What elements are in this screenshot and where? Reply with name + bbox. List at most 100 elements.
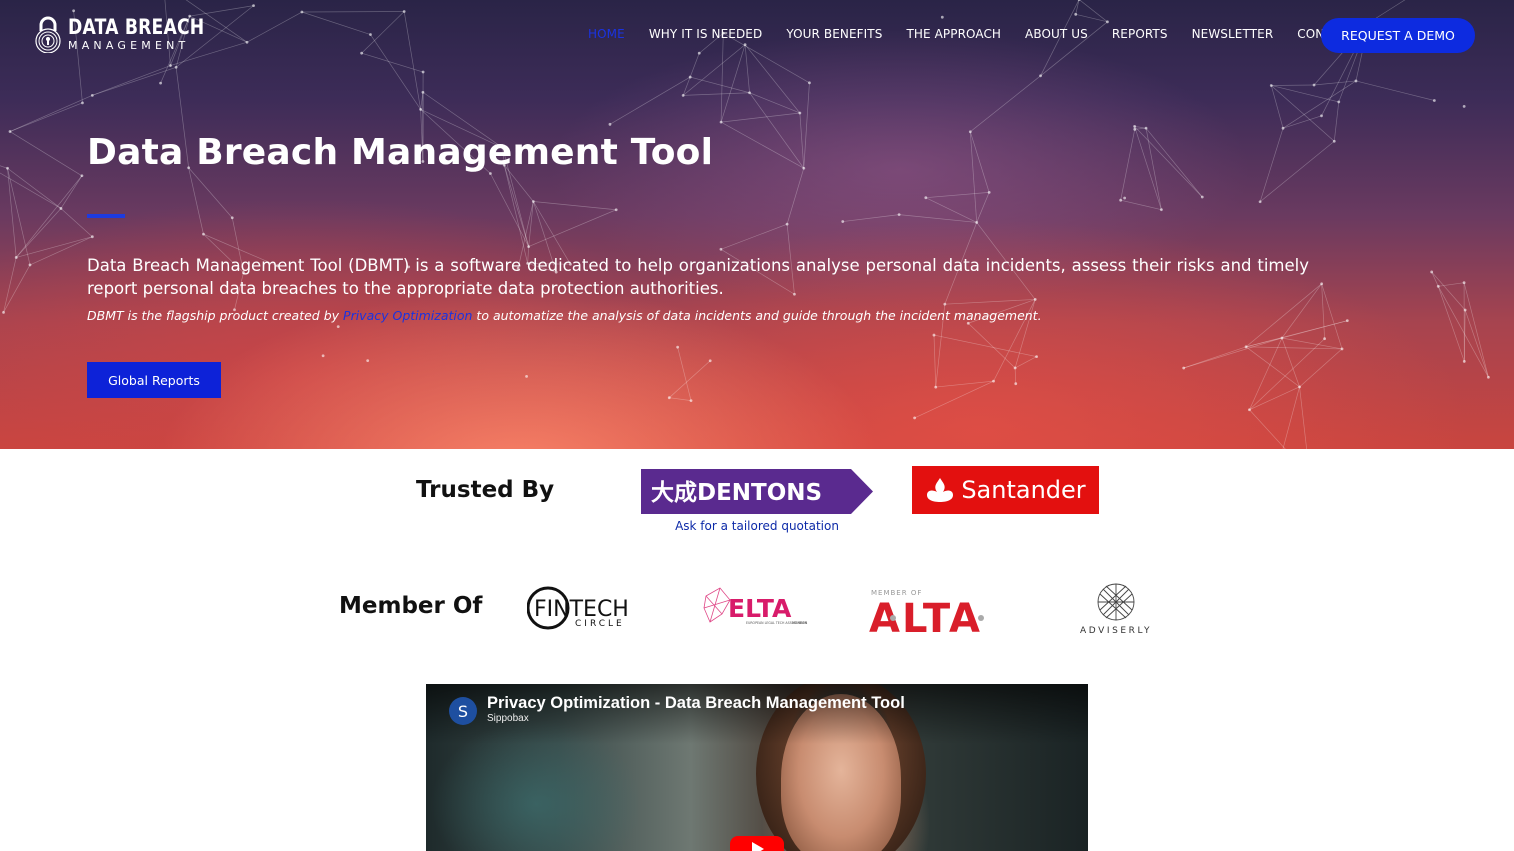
network-node: [202, 232, 205, 236]
request-demo-button[interactable]: REQUEST A DEMO: [1321, 18, 1475, 53]
elta-logo[interactable]: ELTA EUROPEAN LEGAL TECH ASSOCIATION MEM…: [702, 584, 812, 632]
network-node: [785, 222, 789, 226]
network-line: [1299, 386, 1307, 449]
network-node: [802, 166, 806, 170]
video-channel[interactable]: Sippobax: [487, 713, 529, 724]
network-node: [932, 333, 936, 337]
network-node: [743, 43, 747, 47]
video-title[interactable]: Privacy Optimization - Data Breach Manag…: [487, 694, 905, 713]
network-line: [720, 44, 746, 123]
network-node: [1013, 366, 1017, 370]
alta-logo[interactable]: MEMBER OF ALTA: [869, 586, 1005, 636]
elta-main-text: ELTA: [728, 594, 792, 623]
network-line: [1134, 126, 1203, 198]
network-line: [1014, 367, 1017, 384]
network-node: [527, 245, 531, 249]
nav-your-benefits[interactable]: YOUR BENEFITS: [786, 27, 882, 41]
network-node: [1340, 347, 1344, 351]
network-node: [1119, 198, 1123, 202]
network-node: [897, 213, 901, 216]
network-line: [744, 44, 750, 93]
network-node: [1133, 124, 1137, 128]
network-node: [1487, 375, 1490, 379]
network-line: [60, 208, 93, 237]
network-line: [744, 44, 801, 114]
fintech-circle-logo[interactable]: FINTECH CIRCLE: [527, 585, 631, 631]
global-reports-button[interactable]: Global Reports: [87, 362, 221, 398]
network-node: [1436, 284, 1440, 288]
network-node: [708, 359, 712, 363]
network-line: [60, 175, 83, 209]
network-line: [933, 334, 1037, 357]
network-node: [1244, 345, 1248, 349]
network-line: [1282, 386, 1300, 449]
network-node: [421, 90, 425, 94]
network-node: [1248, 408, 1251, 412]
nav-newsletter[interactable]: NEWSLETTER: [1192, 27, 1274, 41]
nav-about-us[interactable]: ABOUT US: [1025, 27, 1088, 41]
network-line: [720, 33, 724, 123]
network-line: [370, 34, 421, 110]
network-line: [1120, 129, 1136, 201]
network-node: [1182, 366, 1186, 370]
video-embed[interactable]: S Privacy Optimization - Data Breach Man…: [426, 684, 1088, 851]
nav-reports[interactable]: REPORTS: [1112, 27, 1168, 41]
tailored-quotation-link[interactable]: Ask for a tailored quotation: [641, 519, 873, 533]
network-line: [0, 165, 8, 169]
network-line: [1270, 85, 1284, 129]
network-line: [9, 131, 83, 177]
santander-logo[interactable]: Santander: [912, 466, 1099, 514]
network-node: [1200, 195, 1204, 199]
play-button-icon[interactable]: [730, 836, 784, 851]
network-line: [669, 360, 711, 398]
nav-why-it-is-needed[interactable]: WHY IT IS NEEDED: [649, 27, 763, 41]
fintech-sub-text: CIRCLE: [575, 619, 625, 629]
network-line: [935, 380, 994, 388]
network-line: [9, 95, 93, 132]
network-line: [1120, 199, 1162, 211]
network-node: [1014, 382, 1018, 386]
adviserly-logo[interactable]: ADVISERLY: [1068, 582, 1164, 636]
member-of-heading: Member Of: [339, 593, 483, 619]
site-logo[interactable]: DATA BREACH MANAGEMENT: [34, 15, 234, 53]
network-line: [188, 167, 233, 218]
nav-the-approach[interactable]: THE APPROACH: [906, 27, 1001, 41]
main-nav: HOME WHY IT IS NEEDED YOUR BENEFITS THE …: [588, 27, 1355, 41]
network-line: [721, 112, 800, 123]
network-node: [419, 108, 423, 111]
privacy-optimization-link[interactable]: Privacy Optimization: [343, 308, 472, 323]
network-node: [1258, 200, 1262, 204]
padlock-icon: [35, 16, 61, 53]
network-node: [402, 10, 406, 13]
network-node: [1462, 104, 1466, 108]
network-line: [301, 11, 371, 35]
network-node: [1144, 126, 1148, 130]
network-node: [531, 200, 535, 203]
network-line: [925, 197, 977, 223]
channel-avatar[interactable]: S: [449, 697, 477, 725]
network-node: [940, 15, 944, 19]
network-node: [1106, 20, 1109, 24]
network-line: [1246, 346, 1343, 350]
network-line: [842, 214, 900, 222]
network-node: [360, 51, 364, 55]
network-line: [1464, 309, 1489, 378]
dentons-logo[interactable]: 大成DENTONS: [641, 469, 873, 514]
network-line: [1437, 286, 1465, 362]
network-line: [1183, 337, 1283, 369]
network-node: [1430, 270, 1434, 274]
nav-home[interactable]: HOME: [588, 27, 625, 41]
network-line: [1333, 101, 1340, 142]
network-line: [361, 11, 405, 54]
network-line: [968, 322, 1016, 369]
network-line: [969, 131, 978, 223]
network-node: [808, 81, 811, 85]
network-node: [80, 174, 84, 178]
network-line: [899, 214, 977, 223]
network-line: [1183, 346, 1247, 369]
network-node: [366, 359, 370, 363]
hero-intro: Data Breach Management Tool (DBMT) is a …: [87, 256, 1309, 298]
network-line: [301, 11, 405, 13]
network-node: [987, 191, 991, 194]
network-line: [683, 92, 750, 96]
